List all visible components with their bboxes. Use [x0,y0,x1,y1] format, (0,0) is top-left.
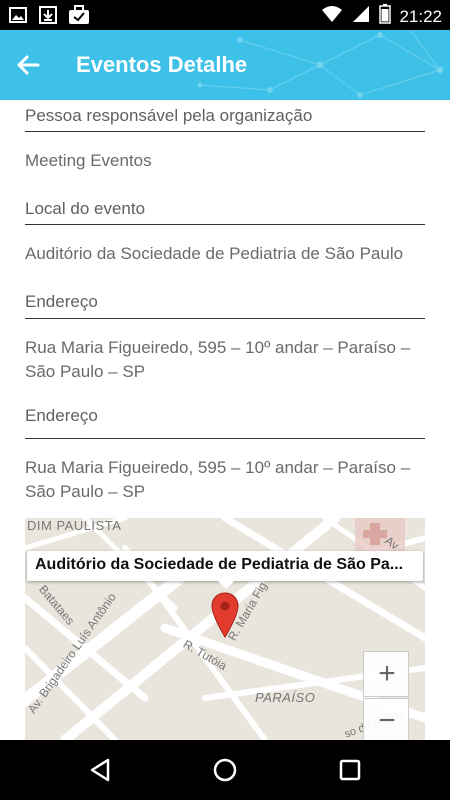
zoom-in-button[interactable]: + [363,651,409,697]
app-bar: Eventos Detalhe [0,30,450,100]
download-icon [38,5,58,30]
field-value-address-2-line2: São Paulo – SP [25,482,146,501]
field-label-organizer: Pessoa responsável pela organização [25,106,313,125]
status-bar: 21:22 [0,0,450,30]
back-button[interactable] [14,51,42,79]
plus-icon: + [378,657,396,690]
field-value-address-2-line1: Rua Maria Figueiredo, 595 – 10º andar – … [25,458,411,477]
system-icons: 21:22 [321,4,442,29]
field-label-location: Local do evento [25,199,146,218]
nav-home-button[interactable] [210,755,240,785]
field-value-location: Auditório da Sociedade de Pediatria de S… [25,244,404,263]
map-info-window[interactable]: Auditório da Sociedade de Pediatria de S… [27,551,423,581]
map-label-district: PARAÍSO [255,690,316,705]
image-icon [8,5,28,30]
back-triangle-icon [90,758,110,782]
divider [25,438,425,439]
arrow-left-icon [17,55,40,75]
clock: 21:22 [399,6,442,26]
map-label-district: DIM PAULISTA [27,518,122,533]
event-details: Pessoa responsável pela organização Meet… [0,100,450,740]
nav-recents-button[interactable] [335,755,365,785]
map-view[interactable]: DIM PAULISTA Batataes Av. Brigadeiro Luí… [25,518,425,740]
field-value-address-line2: São Paulo – SP [25,362,146,381]
field-value-address-line1: Rua Maria Figueiredo, 595 – 10º andar – … [25,338,411,357]
field-label-address: Endereço [25,292,98,311]
notification-icons [8,5,90,30]
divider [25,318,425,319]
navigation-bar [0,740,450,800]
battery-icon [379,4,392,29]
recents-square-icon [339,759,361,781]
divider [25,131,425,132]
zoom-out-button[interactable]: − [363,698,409,740]
nav-back-button[interactable] [86,755,116,785]
field-value-organizer: Meeting Eventos [25,151,152,170]
signal-icon [351,4,371,29]
briefcase-check-icon [68,5,90,30]
minus-icon: − [378,704,396,737]
home-circle-icon [213,758,237,782]
info-window-pointer [218,581,234,589]
wifi-icon [321,4,343,29]
divider [25,224,425,225]
page-title: Eventos Detalhe [76,52,248,77]
field-label-address-2: Endereço [25,406,98,425]
